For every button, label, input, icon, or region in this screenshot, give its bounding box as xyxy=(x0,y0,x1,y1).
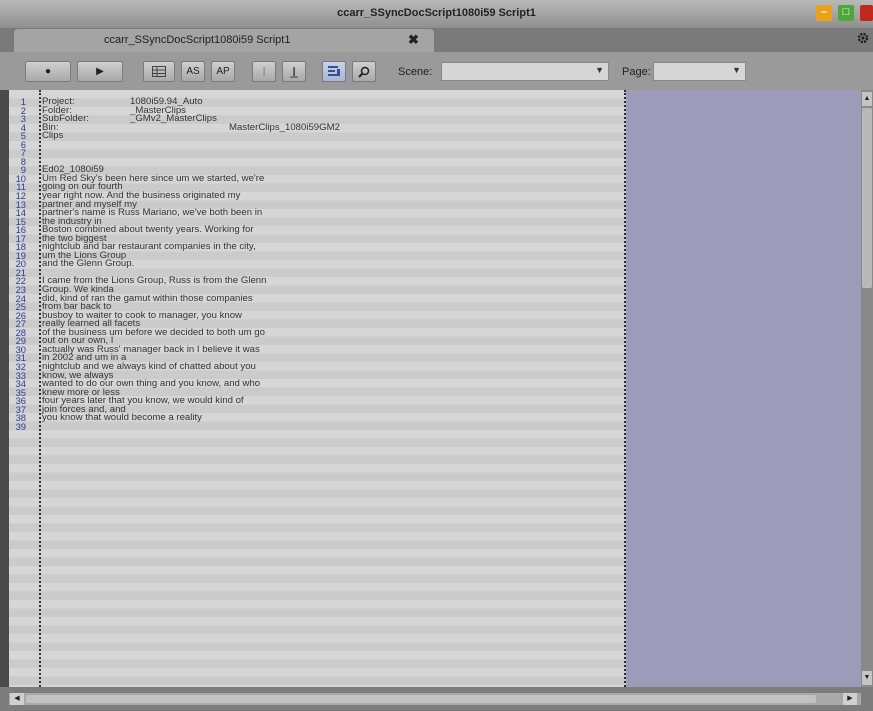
text-cursor-button[interactable]: I xyxy=(252,61,276,82)
tab-script[interactable]: ccarr_SSyncDocScript1080i59 Script1 ✖ xyxy=(14,29,434,52)
play-button[interactable]: ▶ xyxy=(77,61,123,82)
page-label: Page: xyxy=(622,66,651,78)
line-text: and the Glenn Group. xyxy=(42,258,135,270)
text-cursor-add-icon: I̲ xyxy=(292,64,296,79)
line-value: _GMv2_MasterClips xyxy=(130,113,217,125)
line-number-divider xyxy=(39,90,41,687)
grid-icon xyxy=(152,66,166,77)
horizontal-scroll-thumb[interactable] xyxy=(26,695,816,703)
line-number: 39 xyxy=(15,420,26,432)
script-view[interactable]: 1 Project: 1080i59.94_Auto 2 Folder: _MasterC… xyxy=(9,90,861,687)
chevron-down-icon: ▼ xyxy=(595,65,604,75)
play-icon: ▶ xyxy=(96,66,104,77)
window-title: ccarr_SSyncDocScript1080i59 Script1 xyxy=(337,7,536,19)
maximize-button[interactable]: □ xyxy=(838,5,854,21)
scroll-up-button[interactable]: ▲ xyxy=(862,92,872,106)
text-cursor-add-button[interactable]: I̲ xyxy=(282,61,306,82)
minimize-button[interactable]: – xyxy=(816,5,832,21)
close-window-button[interactable] xyxy=(860,5,873,21)
scene-label: Scene: xyxy=(398,66,433,78)
record-button[interactable]: ● xyxy=(25,61,71,82)
horizontal-scrollbar[interactable]: ◀ ▶ xyxy=(0,687,873,711)
line-value: MasterClips_1080i59GM2 xyxy=(229,121,340,133)
grid-button[interactable] xyxy=(143,61,175,82)
script-lines-button[interactable] xyxy=(322,61,346,82)
vertical-scroll-thumb[interactable] xyxy=(862,108,872,288)
record-icon: ● xyxy=(44,66,52,77)
page-select[interactable]: ▼ xyxy=(653,62,746,81)
as-button[interactable]: AS xyxy=(181,61,205,82)
tab-bar: ccarr_SSyncDocScript1080i59 Script1 ✖ xyxy=(0,28,873,52)
find-button[interactable] xyxy=(352,61,376,82)
line-text: Clips xyxy=(42,130,64,142)
tab-label: ccarr_SSyncDocScript1080i59 Script1 xyxy=(104,34,291,46)
scroll-left-button[interactable]: ◀ xyxy=(10,693,24,705)
title-bar: ccarr_SSyncDocScript1080i59 Script1 – □ xyxy=(0,0,873,28)
script-lines-icon xyxy=(328,66,340,76)
find-icon xyxy=(358,66,370,78)
scene-select[interactable]: ▼ xyxy=(441,62,609,81)
line-text: you know that would become a reality xyxy=(42,412,202,424)
scroll-down-button[interactable]: ▼ xyxy=(862,671,872,685)
ap-button[interactable]: AP xyxy=(211,61,235,82)
scroll-right-button[interactable]: ▶ xyxy=(843,693,857,705)
toolbar: ● ▶ AS AP I I̲ Scene: ▼ Page: ▼ xyxy=(0,52,873,90)
script-page[interactable]: 1 Project: 1080i59.94_Auto 2 Folder: _MasterC… xyxy=(9,90,626,687)
close-tab-icon[interactable]: ✖ xyxy=(408,32,419,48)
text-cursor-icon: I xyxy=(262,64,266,79)
gear-icon[interactable] xyxy=(857,32,869,47)
chevron-down-icon: ▼ xyxy=(732,65,741,75)
vertical-scrollbar[interactable]: ▲ ▼ xyxy=(861,90,873,687)
